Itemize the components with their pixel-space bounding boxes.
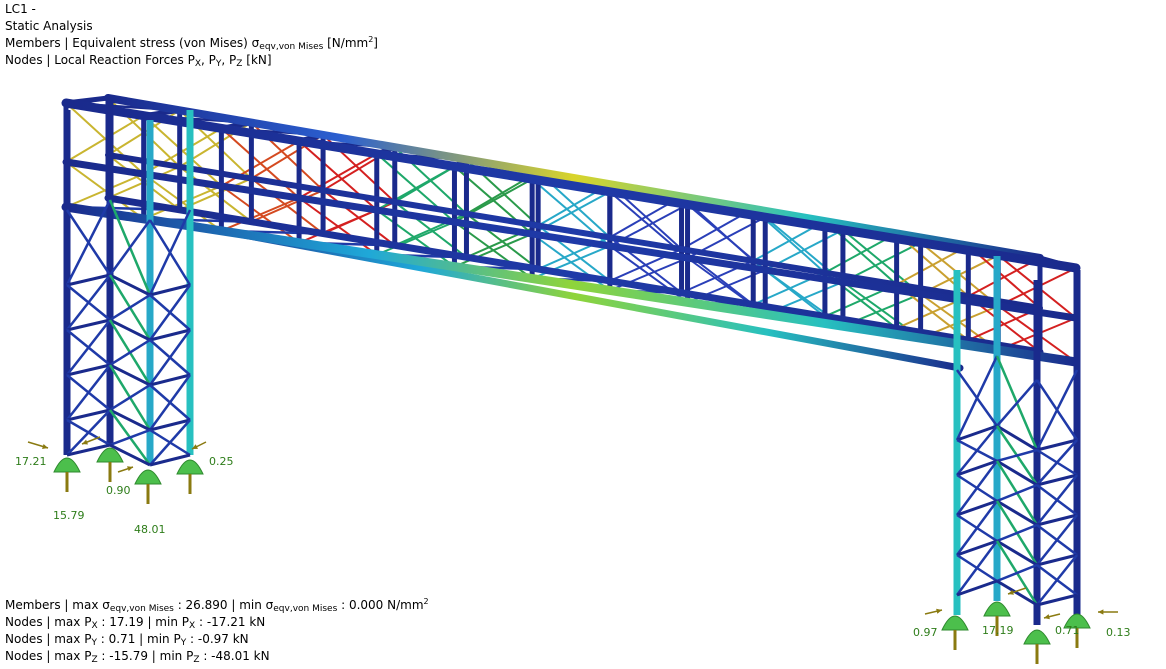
reaction-label: 17.21 <box>15 455 47 468</box>
member <box>996 379 1038 427</box>
truss-chords <box>61 94 1081 372</box>
member <box>996 539 1038 567</box>
reaction-label: 17.19 <box>982 624 1014 637</box>
txt: : 26.890 | min σ <box>173 598 274 612</box>
member <box>996 499 1038 527</box>
member <box>996 579 1038 607</box>
txt: : -48.01 kN <box>199 649 270 663</box>
txt: : 0.71 | min P <box>96 632 181 646</box>
reaction-label: 0.13 <box>1106 626 1131 639</box>
px-summary: Nodes | max PX : 17.19 | min PX : -17.21… <box>5 614 265 631</box>
py-summary: Nodes | max PY : 0.71 | min PY : -0.97 k… <box>5 631 249 648</box>
member <box>1035 369 1079 451</box>
member <box>109 383 151 412</box>
member <box>996 563 1038 583</box>
reaction-label: 0.97 <box>913 626 938 639</box>
member <box>108 219 152 276</box>
reaction-label: 0.71 <box>1055 624 1080 637</box>
reaction-label: 48.01 <box>134 523 166 536</box>
support-node <box>176 459 204 494</box>
reaction-arrow <box>1098 609 1118 615</box>
txt: Nodes | max P <box>5 615 92 629</box>
member <box>149 419 191 466</box>
member <box>1036 439 1078 486</box>
txt: : -17.21 kN <box>195 615 266 629</box>
txt: : 17.19 | min P <box>97 615 189 629</box>
member <box>996 523 1038 543</box>
reaction-arrow <box>117 466 134 473</box>
members-summary: Members | max σeqv,von Mises : 26.890 | … <box>5 597 429 614</box>
support-node <box>53 457 81 492</box>
member <box>996 459 1038 487</box>
reaction-label: 0.90 <box>106 484 131 497</box>
member <box>109 293 151 322</box>
model-viewport[interactable]: 17.21 0.90 0.25 15.79 48.01 0.97 17.19 0… <box>0 0 1166 669</box>
support-node <box>941 615 969 650</box>
member <box>996 483 1038 503</box>
support-node <box>1023 629 1051 664</box>
reaction-arrow <box>27 441 49 449</box>
pz-summary: Nodes | max PZ : -15.79 | min PZ : -48.0… <box>5 648 270 665</box>
reaction-arrow <box>924 608 943 615</box>
txt: Nodes | max P <box>5 632 92 646</box>
reaction-arrow <box>1043 613 1061 620</box>
member <box>109 338 151 367</box>
member <box>104 194 1044 356</box>
txt: Nodes | max P <box>5 649 92 663</box>
member <box>996 448 1038 463</box>
member <box>66 409 111 456</box>
txt: : -15.79 | min P <box>97 649 194 663</box>
txt: eqv,von Mises <box>109 604 174 614</box>
txt: Members | max σ <box>5 598 110 612</box>
txt: : 0.000 N/mm <box>337 598 424 612</box>
txt: eqv,von Mises <box>273 604 338 614</box>
txt: 2 <box>423 597 429 606</box>
reaction-label: 15.79 <box>53 509 85 522</box>
support-node <box>96 447 124 482</box>
reaction-label: 0.25 <box>209 455 234 468</box>
reaction-arrow <box>191 441 207 450</box>
member <box>109 428 151 447</box>
txt: : -0.97 kN <box>186 632 249 646</box>
support-node <box>134 469 162 504</box>
